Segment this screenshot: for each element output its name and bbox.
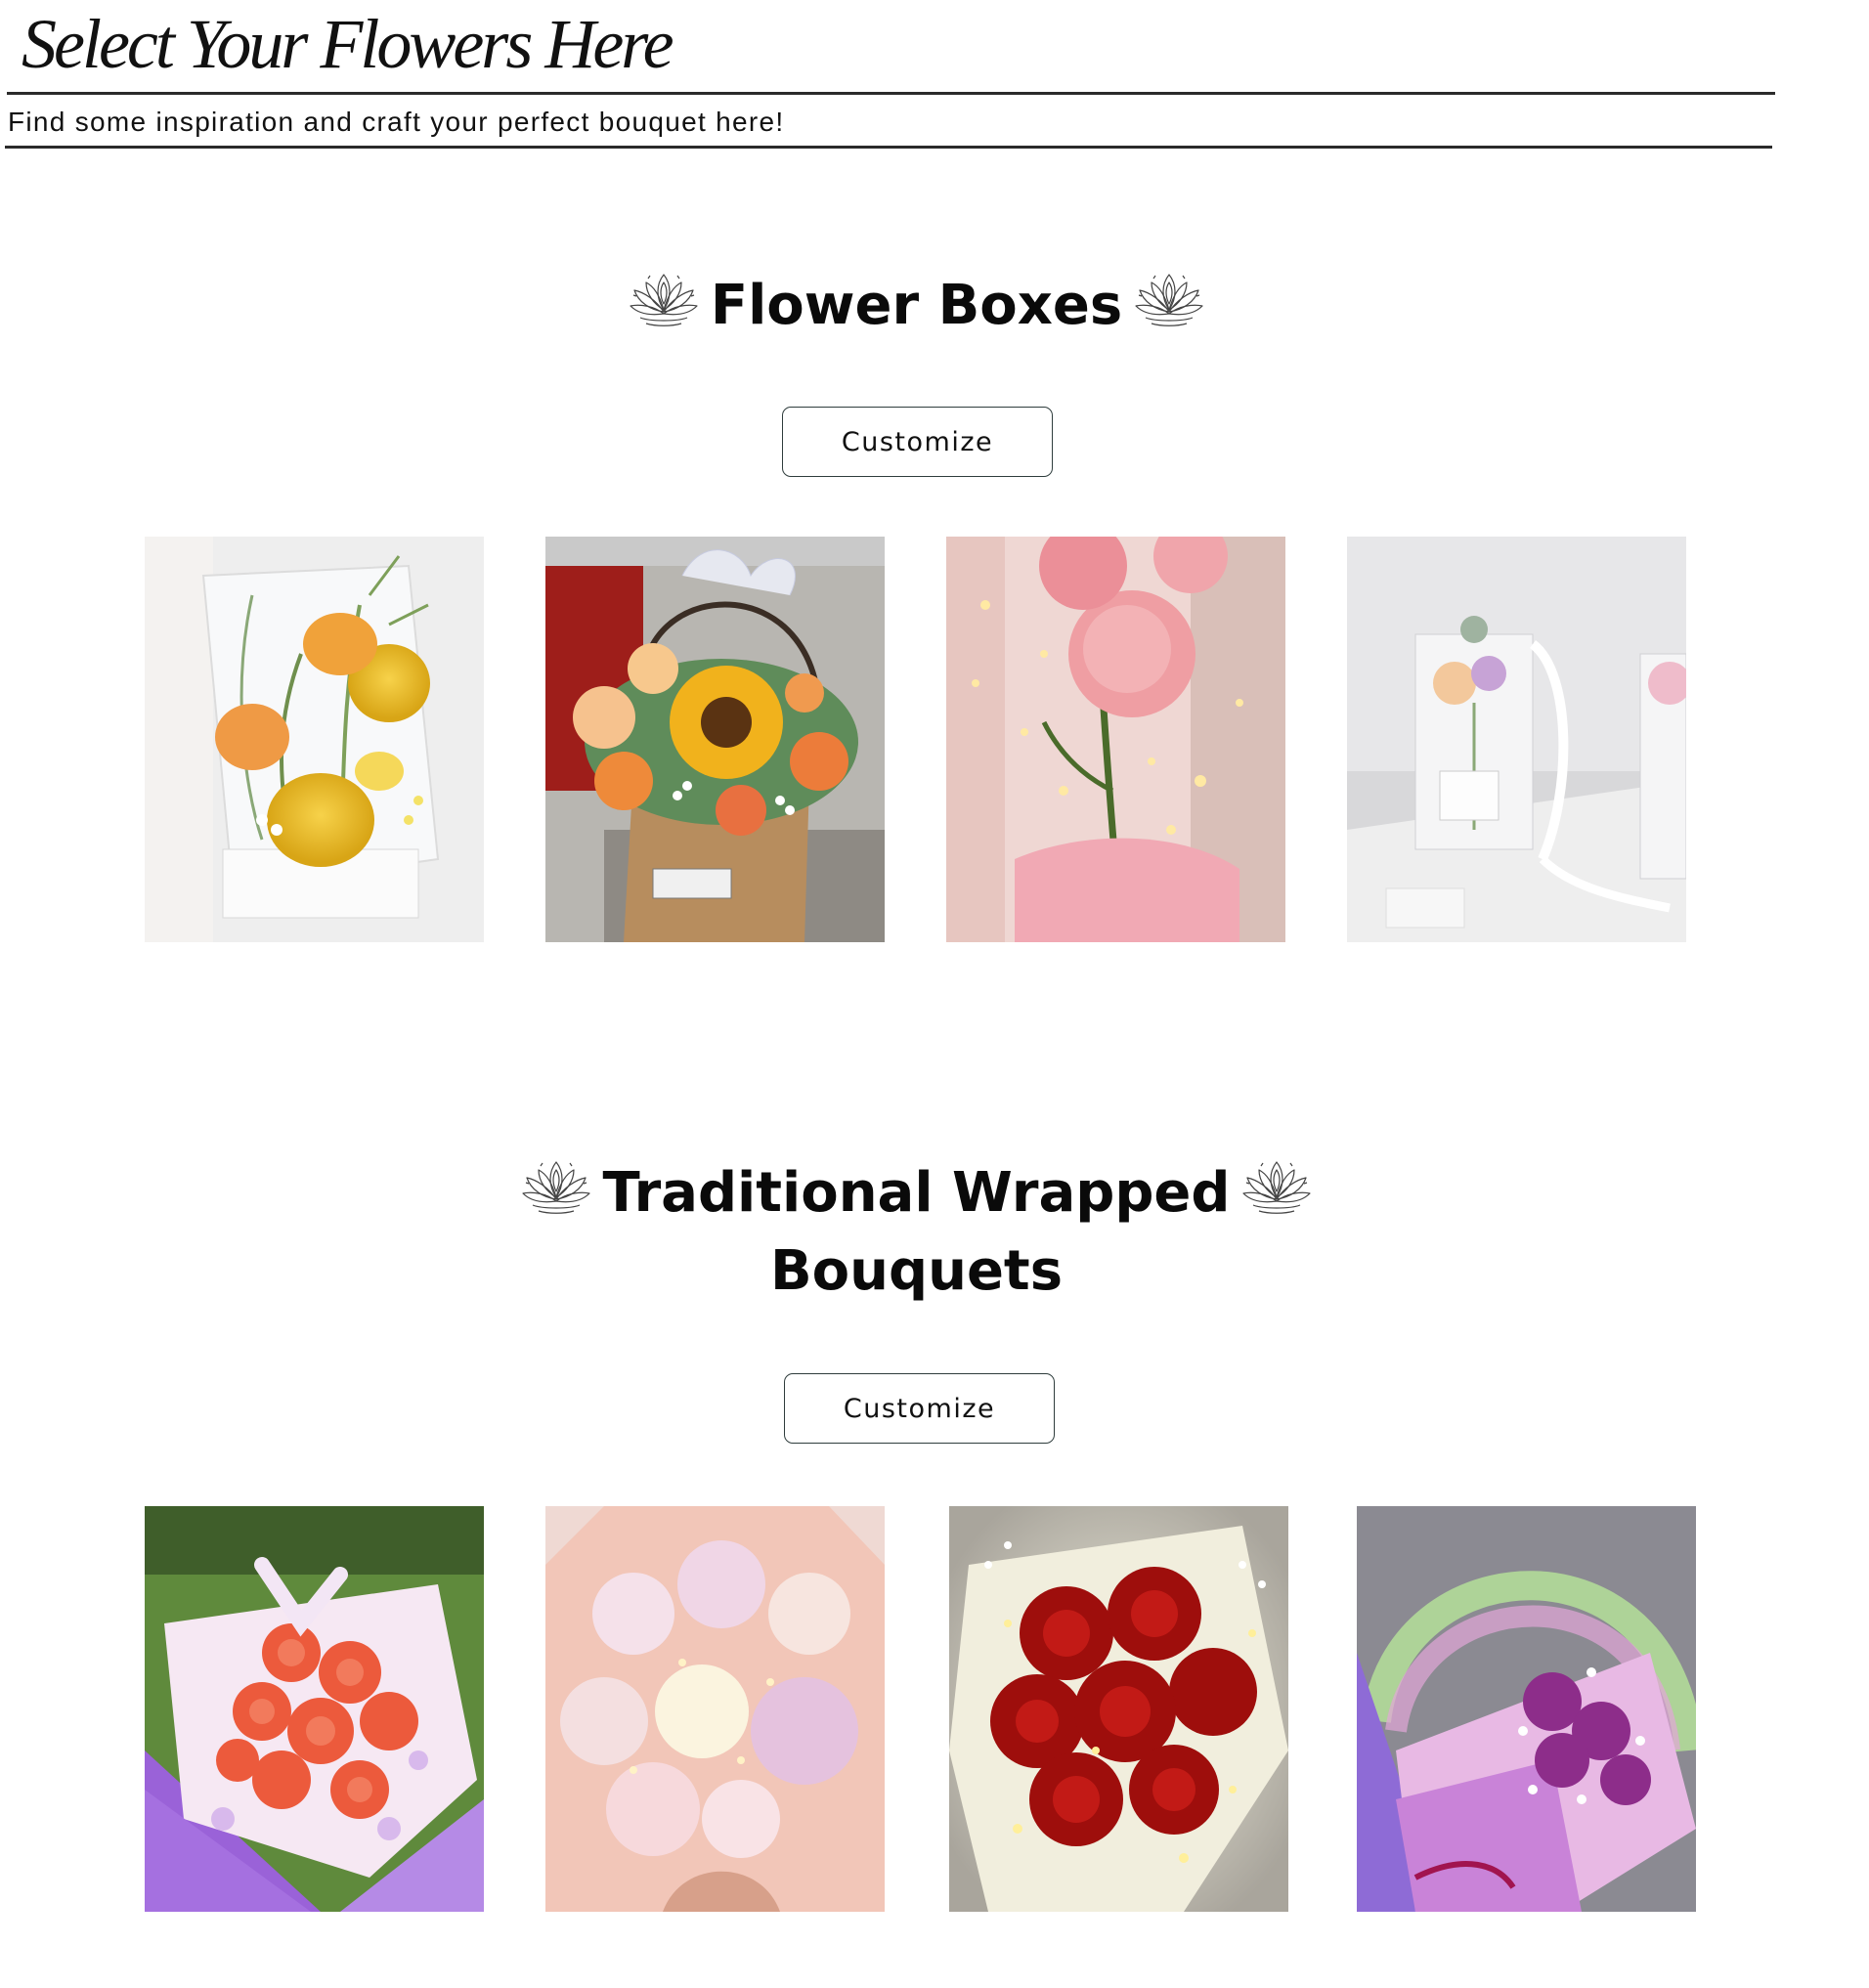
sunflower-kraft-bag-photo[interactable] <box>545 537 885 942</box>
pink-carnation-light-box-photo[interactable] <box>946 537 1285 942</box>
red-roses-fairy-lights-photo[interactable] <box>949 1506 1288 1912</box>
yellow-roses-clear-box-photo[interactable] <box>145 537 484 942</box>
lotus-icon <box>1132 267 1206 331</box>
pastel-peony-bouquet-photo[interactable] <box>545 1506 885 1912</box>
lotus-icon <box>627 267 701 331</box>
white-gift-bags-photo[interactable] <box>1347 537 1686 942</box>
customize-wrapped-bouquets-button[interactable]: Customize <box>784 1373 1055 1444</box>
lotus-icon <box>519 1154 593 1219</box>
section-heading-text-line1: Traditional Wrapped <box>602 1161 1231 1225</box>
header-divider-top <box>7 92 1775 95</box>
header-divider-bottom <box>5 146 1772 149</box>
section-heading-wrapped-bouquets-line2: Bouquets <box>0 1232 1833 1312</box>
section-heading-flower-boxes: Flower Boxes <box>0 266 1833 346</box>
purple-roses-rainbow-light-photo[interactable] <box>1357 1506 1696 1912</box>
orange-roses-purple-wrap-photo[interactable] <box>145 1506 484 1912</box>
section-heading-text-line2: Bouquets <box>769 1239 1064 1303</box>
page-title: Select Your Flowers Here <box>22 5 674 83</box>
section-heading-text: Flower Boxes <box>710 274 1123 337</box>
page-subtitle: Find some inspiration and craft your per… <box>8 107 785 137</box>
customize-flower-boxes-button[interactable]: Customize <box>782 407 1053 477</box>
section-heading-wrapped-bouquets: Traditional Wrapped <box>0 1153 1833 1233</box>
flower-selection-page: { "header": { "title": "Select Your Flow… <box>0 0 1869 1988</box>
lotus-icon <box>1239 1154 1314 1219</box>
